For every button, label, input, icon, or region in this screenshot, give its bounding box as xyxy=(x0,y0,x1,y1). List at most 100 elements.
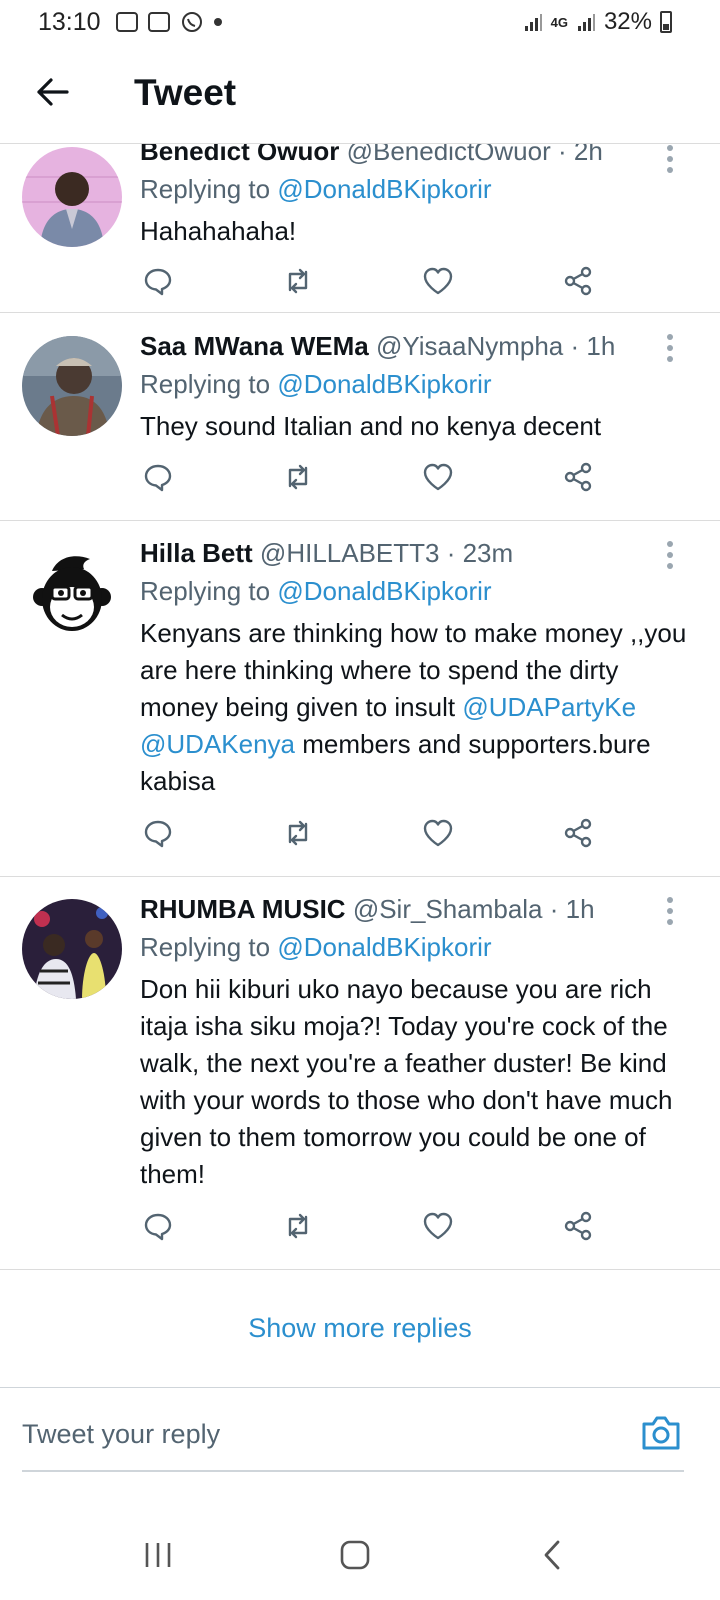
author-name[interactable]: Hilla Bett xyxy=(140,538,253,568)
author-name[interactable]: Benedict Owuor xyxy=(140,144,339,166)
signal-icon xyxy=(524,14,542,31)
tweet-actions xyxy=(140,813,620,853)
system-back-button[interactable] xyxy=(527,1530,577,1580)
like-button[interactable] xyxy=(416,457,460,497)
reply-list[interactable]: Benedict Owuor @BenedictOwuor · 2h Reply… xyxy=(0,144,720,1389)
reply-icon xyxy=(144,1213,172,1241)
more-options-button[interactable] xyxy=(656,330,684,366)
more-options-button[interactable] xyxy=(656,893,684,929)
mention-link[interactable]: @UDAKenya xyxy=(140,729,295,759)
battery-icon xyxy=(660,11,672,33)
chevron-left-icon xyxy=(544,1540,560,1570)
share-icon xyxy=(564,462,592,492)
more-notifications-icon xyxy=(214,18,222,26)
tweet-body: Saa MWana WEMa @YisaaNympha · 1h Replyin… xyxy=(140,328,700,445)
tweet-item[interactable]: Saa MWana WEMa @YisaaNympha · 1h Replyin… xyxy=(0,314,720,521)
page-title: Tweet xyxy=(134,72,237,113)
author-name[interactable]: Saa MWana WEMa xyxy=(140,331,369,361)
app-notification-icon xyxy=(116,12,138,32)
avatar-photo xyxy=(22,147,122,247)
back-button[interactable] xyxy=(28,68,76,116)
replying-to-label: Replying to xyxy=(140,174,271,204)
more-options-button[interactable] xyxy=(656,144,684,177)
tweet-header: Hilla Bett @HILLABETT3 · 23m xyxy=(140,535,700,571)
system-navigation-bar xyxy=(0,1510,720,1600)
replying-to-label: Replying to xyxy=(140,369,271,399)
signal-icon-2 xyxy=(577,14,595,31)
avatar[interactable] xyxy=(22,543,122,643)
share-icon xyxy=(564,1211,592,1241)
tweet-text: Hahahahaha! xyxy=(140,216,297,246)
tweet-text: Kenyans are thinking how to make money ,… xyxy=(140,615,700,800)
retweet-button[interactable] xyxy=(276,457,320,497)
like-icon xyxy=(423,1212,453,1240)
more-options-button[interactable] xyxy=(656,537,684,573)
reply-button[interactable] xyxy=(136,261,180,301)
show-more-replies-button[interactable]: Show more replies xyxy=(0,1270,720,1388)
recent-apps-button[interactable] xyxy=(133,1530,183,1580)
replying-to-mention[interactable]: @DonaldBKipkorir xyxy=(277,932,491,962)
top-app-bar: Tweet xyxy=(0,44,720,144)
avatar[interactable] xyxy=(22,147,122,247)
reply-input[interactable] xyxy=(22,1412,622,1456)
input-underline xyxy=(22,1470,684,1472)
like-button[interactable] xyxy=(416,261,460,301)
tweet-header: Saa MWana WEMa @YisaaNympha · 1h xyxy=(140,328,700,364)
reply-button[interactable] xyxy=(136,1206,180,1246)
tweet-time: · 1h xyxy=(570,331,616,361)
retweet-button[interactable] xyxy=(276,261,320,301)
replying-to-label: Replying to xyxy=(140,576,271,606)
author-handle[interactable]: @Sir_Shambala xyxy=(353,894,543,924)
gallery-notification-icon xyxy=(148,12,170,32)
author-handle[interactable]: @YisaaNympha xyxy=(376,331,563,361)
reply-button[interactable] xyxy=(136,813,180,853)
tweet-actions xyxy=(140,261,620,301)
retweet-icon xyxy=(288,464,308,490)
like-button[interactable] xyxy=(416,813,460,853)
tweet-actions xyxy=(140,1206,620,1246)
avatar[interactable] xyxy=(22,899,122,999)
tweet-body: Benedict Owuor @BenedictOwuor · 2h Reply… xyxy=(140,144,700,250)
retweet-button[interactable] xyxy=(276,813,320,853)
tweet-time: · 2h xyxy=(557,144,603,166)
mention-link[interactable]: @UDAPartyKe xyxy=(462,692,636,722)
home-button[interactable] xyxy=(330,1530,380,1580)
reply-icon xyxy=(144,820,172,848)
share-button[interactable] xyxy=(556,813,600,853)
author-handle[interactable]: @HILLABETT3 xyxy=(260,538,440,568)
replying-to: Replying to @DonaldBKipkorir xyxy=(140,171,700,207)
tweet-actions xyxy=(140,457,620,497)
replying-to: Replying to @DonaldBKipkorir xyxy=(140,573,700,609)
retweet-icon xyxy=(288,268,308,294)
camera-button[interactable] xyxy=(640,1414,682,1452)
tweet-body: Hilla Bett @HILLABETT3 · 23m Replying to… xyxy=(140,535,700,800)
tweet-text: Don hii kiburi uko nayo because you are … xyxy=(140,974,673,1189)
reply-button[interactable] xyxy=(136,457,180,497)
status-bar: 13:10 4G 32% xyxy=(0,0,720,44)
like-button[interactable] xyxy=(416,1206,460,1246)
share-button[interactable] xyxy=(556,457,600,497)
author-name[interactable]: RHUMBA MUSIC xyxy=(140,894,346,924)
tweet-item[interactable]: Hilla Bett @HILLABETT3 · 23m Replying to… xyxy=(0,521,720,877)
avatar[interactable] xyxy=(22,336,122,436)
like-icon xyxy=(423,819,453,847)
author-handle[interactable]: @BenedictOwuor xyxy=(347,144,551,166)
retweet-button[interactable] xyxy=(276,1206,320,1246)
tweet-text: They sound Italian and no kenya decent xyxy=(140,411,602,441)
recent-apps-icon xyxy=(145,1543,171,1567)
replying-to: Replying to @DonaldBKipkorir xyxy=(140,929,700,965)
reply-icon xyxy=(144,268,172,296)
reply-composer xyxy=(0,1390,720,1472)
share-button[interactable] xyxy=(556,1206,600,1246)
tweet-time: · 23m xyxy=(446,538,514,568)
share-button[interactable] xyxy=(556,261,600,301)
tweet-item[interactable]: RHUMBA MUSIC @Sir_Shambala · 1h Replying… xyxy=(0,877,720,1270)
replying-to-mention[interactable]: @DonaldBKipkorir xyxy=(277,576,491,606)
camera-icon xyxy=(642,1416,680,1450)
replying-to-mention[interactable]: @DonaldBKipkorir xyxy=(277,174,491,204)
replying-to-mention[interactable]: @DonaldBKipkorir xyxy=(277,369,491,399)
share-icon xyxy=(564,818,592,848)
whatsapp-icon xyxy=(182,12,202,32)
tweet-item[interactable]: Benedict Owuor @BenedictOwuor · 2h Reply… xyxy=(0,144,720,313)
arrow-left-icon xyxy=(37,78,69,106)
